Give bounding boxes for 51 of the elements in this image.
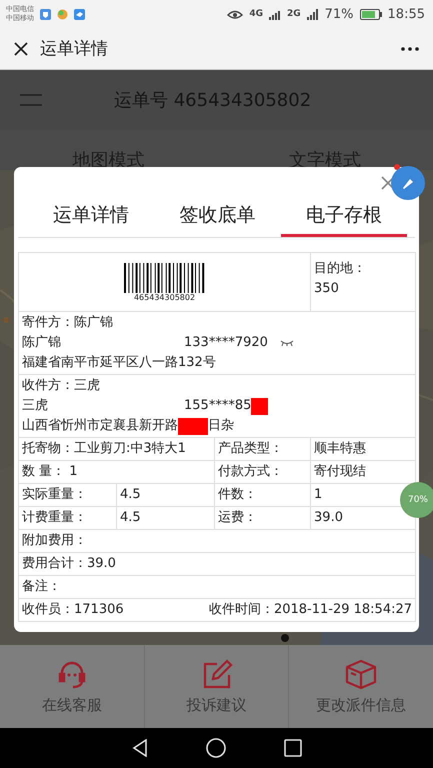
receiver-name: 三虎: [22, 398, 48, 413]
sender-label: 寄件方：陈广锦: [22, 314, 113, 332]
barcode-number: 465434305802: [134, 292, 196, 302]
close-icon[interactable]: [14, 42, 28, 56]
action-button[interactable]: 更改派件信息: [289, 645, 433, 728]
network-type: 4G: [249, 9, 263, 19]
receiver-phone: 155****85: [184, 397, 252, 415]
table-cell: 件数：: [214, 484, 311, 506]
sender-name: 陈广锦: [22, 335, 61, 350]
destination-label: 目的地：: [314, 260, 368, 278]
recents-icon[interactable]: [284, 739, 302, 757]
table-cell: 附加费用：: [18, 530, 416, 552]
shield-app-icon: [40, 8, 51, 20]
table-cell: 顺丰特惠: [310, 438, 416, 460]
dialog-tab[interactable]: 签收底单: [154, 202, 281, 237]
receiver-label: 收件方：三虎: [22, 377, 100, 395]
closed-eye-icon[interactable]: [280, 340, 294, 346]
signal-icon: [306, 8, 319, 20]
page-title: 运单详情: [40, 38, 109, 60]
back-icon[interactable]: [132, 739, 148, 757]
more-icon[interactable]: [401, 46, 419, 50]
table-cell: 运费：: [214, 506, 311, 530]
table-cell: 备注：: [18, 576, 416, 598]
table-cell: 产品类型：: [214, 438, 311, 460]
collect-time: 收件时间：2018-11-29 18:54:27: [208, 601, 412, 619]
table-cell: 寄付现结: [310, 460, 416, 484]
battery-percent: 71%: [324, 6, 354, 22]
dialog-tab[interactable]: 运单详情: [28, 202, 154, 237]
table-cell: 费用合计：39.0: [18, 552, 416, 576]
signal-icon: [268, 8, 281, 20]
box-icon: [344, 658, 378, 690]
table-cell: 计费重量：: [18, 506, 116, 530]
table-cell: 数 量： 1: [18, 460, 214, 484]
home-icon[interactable]: [206, 738, 226, 758]
destination-code: 350: [314, 280, 340, 298]
sender-address: 福建省南平市延平区八一路132号: [22, 354, 216, 372]
dialog-tab[interactable]: 电子存根: [280, 202, 407, 237]
battery-icon: [360, 8, 382, 20]
receiver-address: 山西省忻州市定襄县新开路: [22, 417, 178, 435]
redaction-mark: [178, 418, 208, 434]
receiver-address: 日杂: [208, 417, 234, 435]
table-cell: 付款方式：: [214, 460, 311, 484]
eye-icon: [227, 8, 244, 20]
table-cell: 4.5: [116, 484, 214, 506]
clock-time: 18:55: [388, 6, 425, 22]
sender-phone: 133****7920: [184, 334, 268, 352]
network-type: 2G: [286, 9, 301, 19]
table-cell: 实际重量：: [18, 484, 116, 506]
table-cell: 托寄物：工业剪刀:中3特大1: [18, 438, 214, 460]
table-cell: 4.5: [116, 506, 214, 530]
collector-id: 收件员：171306: [22, 601, 124, 619]
